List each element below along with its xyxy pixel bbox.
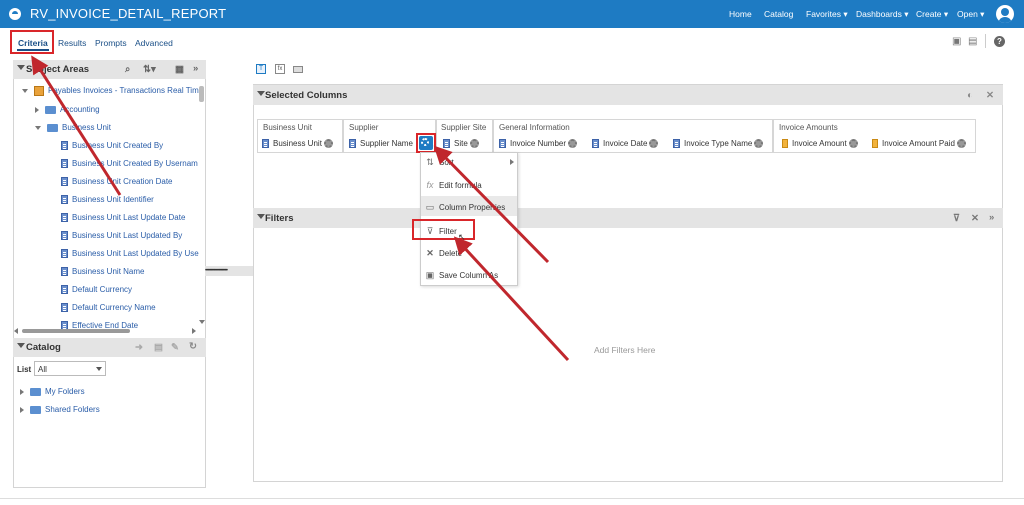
arrow-to-filter <box>453 236 570 362</box>
annotation-arrows <box>31 55 570 362</box>
arrow-to-gear <box>433 145 550 264</box>
bottom-divider <box>0 498 1024 499</box>
arrow-to-criteria <box>31 55 122 196</box>
